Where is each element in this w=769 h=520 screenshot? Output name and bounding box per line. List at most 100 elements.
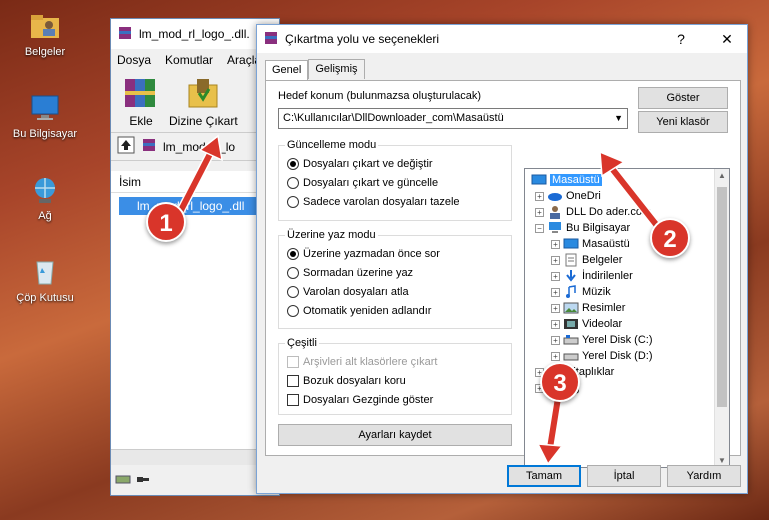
destination-label: Hedef konum (bulunmazsa oluşturulacak) <box>278 90 481 102</box>
computer-icon <box>29 92 61 124</box>
video-film-icon <box>564 319 578 329</box>
computer-icon <box>549 222 561 233</box>
archive-books-icon <box>125 79 155 107</box>
tab-advanced[interactable]: Gelişmiş <box>308 59 365 79</box>
collapse-icon[interactable]: − <box>535 223 544 233</box>
drive-status-icon <box>115 473 131 488</box>
destination-path-combo[interactable]: C:\Kullanıcılar\DllDownloader_com\Masaüs… <box>278 108 628 129</box>
window-title: lm_mod_rl_logo_.dll. <box>139 27 250 41</box>
show-button[interactable]: Göster <box>638 87 728 109</box>
tree-item-music[interactable]: + Müzik <box>551 284 611 300</box>
column-header-name[interactable]: İsim <box>111 171 279 193</box>
tree-item-local-disk-c[interactable]: + Yerel Disk (C:) <box>551 332 653 348</box>
radio-overwrite-without-prompt[interactable]: Sormadan üzerine yaz <box>287 267 413 279</box>
download-arrow-icon <box>566 270 576 282</box>
chevron-down-icon[interactable]: ▼ <box>614 109 623 128</box>
status-bar <box>111 465 279 495</box>
winrar-toolbar: Ekle Dizine Çıkart <box>111 71 279 133</box>
save-settings-button[interactable]: Ayarları kaydet <box>278 424 512 446</box>
checkbox-extract-subfolders: Arşivleri alt klasörlere çıkart <box>287 356 437 368</box>
radio-extract-replace[interactable]: Dosyaları çıkart ve değiştir <box>287 158 433 170</box>
menu-commands[interactable]: Komutlar <box>165 53 213 67</box>
tab-general[interactable]: Genel <box>265 60 309 80</box>
new-folder-button[interactable]: Yeni klasör <box>638 111 728 133</box>
tree-item-pictures[interactable]: + Resimler <box>551 300 625 316</box>
dialog-title: Çıkartma yolu ve seçenekleri <box>285 32 440 46</box>
winrar-window: lm_mod_rl_logo_.dll. Dosya Komutlar Araç… <box>110 18 280 496</box>
drive-icon <box>563 335 579 345</box>
scroll-up-icon[interactable]: ▲ <box>718 171 726 180</box>
dialog-tabs: Genel Gelişmiş <box>265 59 365 80</box>
tree-item-this-pc[interactable]: − Bu Bilgisayar <box>535 220 630 236</box>
winrar-app-icon <box>117 25 133 44</box>
step-badge-1: 1 <box>146 202 186 242</box>
help-button[interactable]: Yardım <box>667 465 741 487</box>
key-status-icon <box>135 473 151 488</box>
folder-user-icon <box>29 10 61 42</box>
tree-item-desktop[interactable]: Masaüstü <box>531 172 602 188</box>
winrar-menubar: Dosya Komutlar Araçla <box>111 49 279 71</box>
music-note-icon <box>566 285 576 298</box>
folder-tree: Masaüstü + OneDri + DLL Do ader.com − Bu … <box>524 168 730 468</box>
cloud-icon <box>548 193 562 201</box>
radio-extract-update[interactable]: Dosyaları çıkart ve güncelle <box>287 177 438 189</box>
checkbox-show-in-explorer[interactable]: Dosyaları Gezginde göster <box>287 394 433 406</box>
radio-auto-rename[interactable]: Otomatik yeniden adlandır <box>287 305 431 317</box>
up-folder-icon[interactable] <box>117 136 135 157</box>
network-globe-icon <box>29 174 61 206</box>
cancel-button[interactable]: İptal <box>587 465 661 487</box>
radio-ask-before-overwrite[interactable]: Üzerine yazmadan önce sor <box>287 248 440 260</box>
tree-item-pc-desktop[interactable]: + Masaüstü <box>551 236 630 252</box>
ok-button[interactable]: Tamam <box>507 465 581 487</box>
close-button[interactable]: ✕ <box>707 31 747 48</box>
extract-to-button[interactable]: Dizine Çıkart <box>169 75 238 132</box>
desktop-icon-documents[interactable]: Belgeler <box>8 10 82 58</box>
horizontal-scrollbar[interactable] <box>111 449 279 465</box>
winrar-pathbar: lm_mod_rl_lo <box>111 133 279 161</box>
file-list: İsim lm_mod_rl_logo_.dll <box>111 171 279 465</box>
extract-folder-icon <box>188 79 218 108</box>
desktop-icon-recycle-bin[interactable]: Çöp Kutusu <box>8 256 82 304</box>
step-badge-2: 2 <box>650 218 690 258</box>
checkbox-keep-broken[interactable]: Bozuk dosyaları koru <box>287 375 406 387</box>
drive-icon <box>563 353 579 361</box>
scroll-down-icon[interactable]: ▼ <box>718 456 726 465</box>
desktop-icon-label: Bu Bilgisayar <box>12 128 78 140</box>
desktop-folder-icon <box>563 238 579 249</box>
scroll-thumb[interactable] <box>717 187 727 407</box>
extraction-dialog: Çıkartma yolu ve seçenekleri ? ✕ Genel G… <box>256 24 748 494</box>
dialog-titlebar: Çıkartma yolu ve seçenekleri ? ✕ <box>257 25 747 53</box>
desktop-icon-label: Ağ <box>38 210 52 222</box>
step-badge-3: 3 <box>540 362 580 402</box>
desktop-folder-icon <box>531 174 547 185</box>
tree-item-dll-downloader[interactable]: + DLL Do ader.com <box>535 204 651 220</box>
overwrite-mode-group: Üzerine yaz modu Üzerine yazmadan önce s… <box>278 229 512 329</box>
menu-file[interactable]: Dosya <box>117 53 151 67</box>
tree-item-documents[interactable]: + Belgeler <box>551 252 622 268</box>
winrar-titlebar: lm_mod_rl_logo_.dll. <box>111 19 279 49</box>
path-field[interactable]: lm_mod_rl_lo <box>163 140 235 154</box>
tree-item-videos[interactable]: + Videolar <box>551 316 622 332</box>
user-folder-icon <box>550 206 560 219</box>
archive-icon <box>141 137 157 156</box>
desktop-icon-this-pc[interactable]: Bu Bilgisayar <box>8 92 82 140</box>
desktop-icon-label: Çöp Kutusu <box>16 292 74 304</box>
help-title-button[interactable]: ? <box>661 31 701 47</box>
recycle-bin-icon <box>29 256 61 288</box>
tree-vertical-scrollbar[interactable]: ▲ ▼ <box>714 169 729 467</box>
documents-icon <box>565 253 577 267</box>
desktop-icon-label: Belgeler <box>24 46 66 58</box>
radio-skip-existing[interactable]: Varolan dosyaları atla <box>287 286 409 298</box>
expand-icon[interactable]: + <box>535 191 544 201</box>
pictures-icon <box>563 302 579 314</box>
expand-icon[interactable]: + <box>535 207 544 217</box>
general-tab-panel: Hedef konum (bulunmazsa oluşturulacak) C… <box>265 80 741 468</box>
tree-item-onedrive[interactable]: + OneDri <box>535 188 601 204</box>
desktop-icon-network[interactable]: Ağ <box>8 174 82 222</box>
update-mode-group: Güncelleme modu Dosyaları çıkart ve deği… <box>278 139 512 221</box>
radio-freshen-existing[interactable]: Sadece varolan dosyaları tazele <box>287 196 460 208</box>
tree-item-downloads[interactable]: + İndirilenler <box>551 268 633 284</box>
add-button[interactable]: Ekle <box>121 75 161 132</box>
tree-item-local-disk-d[interactable]: + Yerel Disk (D:) <box>551 348 653 364</box>
winrar-dialog-icon <box>263 30 279 49</box>
